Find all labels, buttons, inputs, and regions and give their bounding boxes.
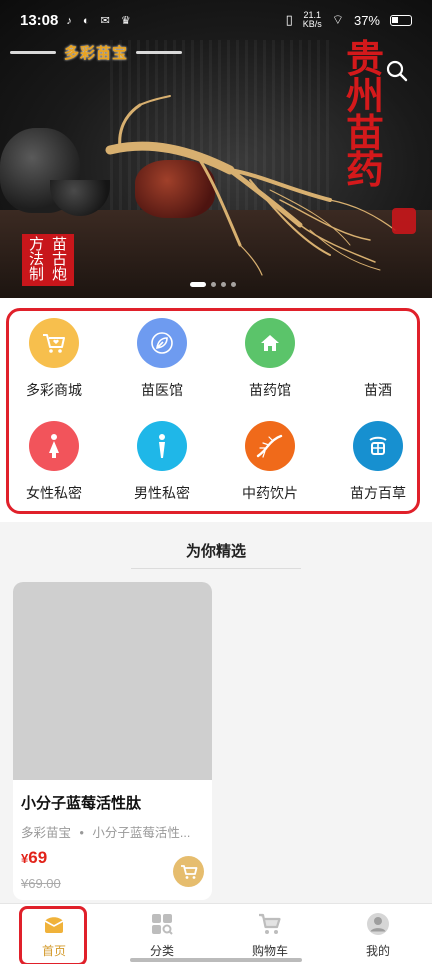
category-grid-icon xyxy=(152,914,173,935)
vibrate-icon: ▯ xyxy=(285,12,293,27)
category-label: 苗方百草 xyxy=(350,485,406,501)
product-subtitle: 多彩苗宝 • 小分子蓝莓活性... xyxy=(21,822,190,841)
product-price: ¥69 xyxy=(21,848,47,868)
shopping-cart-heart-icon xyxy=(29,318,79,368)
category-label: 男性私密 xyxy=(134,485,190,501)
brand-logo: 多彩苗宝 xyxy=(64,45,129,62)
tab-label: 购物车 xyxy=(251,944,288,958)
carousel-indicator[interactable] xyxy=(190,282,236,287)
house-icon xyxy=(245,318,295,368)
red-seal-stamp: 方 法 制 苗 古 炮 xyxy=(22,234,74,286)
product-shop: 多彩苗宝 xyxy=(21,826,72,840)
male-figure-icon xyxy=(137,421,187,471)
home-indicator[interactable] xyxy=(130,958,302,962)
banner-title-char: 药 xyxy=(345,147,384,192)
category-male-private[interactable]: 男性私密 xyxy=(108,421,216,503)
cart-icon xyxy=(180,864,197,879)
separator-dot: • xyxy=(79,826,84,840)
tab-label: 我的 xyxy=(365,944,390,958)
battery-percent: 37% xyxy=(353,12,380,28)
red-seal-small xyxy=(392,208,416,234)
leaf-icon xyxy=(137,318,187,368)
category-label: 苗医馆 xyxy=(141,382,183,398)
brand-header: 多彩苗宝 xyxy=(10,42,183,63)
product-desc: 小分子蓝莓活性... xyxy=(92,826,191,840)
hero-banner[interactable]: 13:08 ♪ ◐ ✉ ♛ ▯ 21.1 KB/s ⌔ 37% 多彩苗宝 贵 州… xyxy=(0,0,432,298)
brand-line-left xyxy=(10,51,56,54)
seal-char: 炮 xyxy=(51,265,67,283)
price-value: 69 xyxy=(28,848,48,867)
tab-cart[interactable]: 购物车 xyxy=(216,904,324,964)
category-label: 苗酒 xyxy=(364,382,392,398)
category-grid: 多彩商城 苗医馆 苗药馆 苗酒 女性私密 男性私密 中药饮片 苗方百草 xyxy=(0,298,432,522)
cart-icon xyxy=(259,913,281,934)
category-miao-wine[interactable]: 苗酒 xyxy=(324,318,432,400)
battery-icon xyxy=(390,14,412,26)
tab-home[interactable]: 首页 xyxy=(0,904,108,964)
carousel-dot[interactable] xyxy=(231,282,236,287)
category-miao-pharmacy[interactable]: 苗药馆 xyxy=(216,318,324,400)
status-time: 13:08 xyxy=(20,11,59,29)
carousel-dot[interactable] xyxy=(221,282,226,287)
category-label: 苗药馆 xyxy=(249,382,291,398)
product-title: 小分子蓝莓活性肽 xyxy=(21,795,142,812)
profile-icon xyxy=(367,913,389,935)
category-miao-clinic[interactable]: 苗医馆 xyxy=(108,318,216,400)
tab-label: 分类 xyxy=(149,944,174,958)
seal-char: 制 xyxy=(28,265,44,283)
search-icon[interactable] xyxy=(383,57,411,85)
brand-line-right xyxy=(136,51,183,54)
banner-vertical-title: 贵 州 苗 药 xyxy=(344,36,386,192)
wifi-icon: ⌔ xyxy=(331,12,344,27)
notification-icons: ♪ ◐ ✉ ♛ xyxy=(66,14,135,27)
carousel-dot[interactable] xyxy=(211,282,216,287)
section-title: 为你精选 xyxy=(185,543,246,560)
seal-column: 方 法 制 xyxy=(25,237,48,282)
add-to-cart-button[interactable] xyxy=(173,856,204,887)
bottom-tab-bar: 首页 分类 购物车 我的 xyxy=(0,903,432,964)
category-miao-herbs[interactable]: 苗方百草 xyxy=(324,421,432,503)
product-card[interactable]: 小分子蓝莓活性肽 多彩苗宝 • 小分子蓝莓活性... ¥69 ¥69.00 xyxy=(13,582,212,900)
product-image[interactable] xyxy=(13,582,212,780)
category-label: 多彩商城 xyxy=(26,382,82,398)
seal-column: 苗 古 炮 xyxy=(48,237,71,282)
tab-profile[interactable]: 我的 xyxy=(324,904,432,964)
category-herbal-slices[interactable]: 中药饮片 xyxy=(216,421,324,503)
banner-title-char: 苗 xyxy=(345,110,384,155)
category-duocai-mall[interactable]: 多彩商城 xyxy=(0,318,108,400)
category-label: 女性私密 xyxy=(26,485,82,501)
product-original-price: ¥69.00 xyxy=(21,876,61,891)
category-label: 中药饮片 xyxy=(242,485,298,501)
status-bar: 13:08 ♪ ◐ ✉ ♛ ▯ 21.1 KB/s ⌔ 37% xyxy=(0,0,432,40)
miao-emblem-icon xyxy=(353,421,403,471)
tab-category[interactable]: 分类 xyxy=(108,904,216,964)
tab-label: 首页 xyxy=(41,944,66,958)
herb-root-icon xyxy=(245,421,295,471)
carousel-dot-active[interactable] xyxy=(190,282,206,287)
female-figure-icon xyxy=(29,421,79,471)
wine-icon xyxy=(353,318,403,368)
net-speed-unit: KB/s xyxy=(302,19,322,29)
banner-title-char: 贵 xyxy=(345,36,384,81)
banner-title-char: 州 xyxy=(345,73,384,118)
home-box-icon xyxy=(44,917,64,933)
category-female-private[interactable]: 女性私密 xyxy=(0,421,108,503)
section-divider xyxy=(131,568,301,569)
net-speed: 21.1 KB/s xyxy=(303,11,322,29)
